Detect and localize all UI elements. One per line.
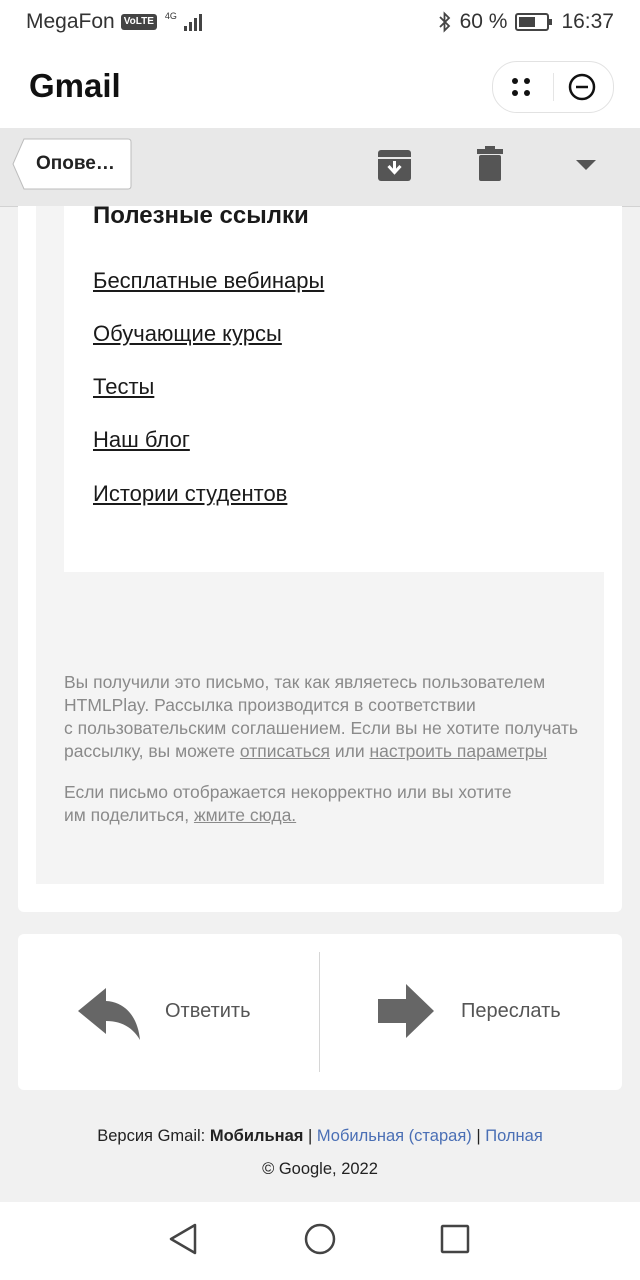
forward-label: Переслать <box>461 1000 561 1022</box>
footer-line: с пользовательским соглашением. Если вы … <box>64 718 579 738</box>
signal-icon <box>183 14 202 31</box>
version-separator: | <box>471 1127 486 1145</box>
copyright: © Google, 2022 <box>262 1160 378 1178</box>
nav-home-icon[interactable] <box>303 1222 337 1256</box>
nav-back-icon[interactable] <box>168 1222 198 1256</box>
network-type: 4G <box>164 10 177 21</box>
status-right: 60 % 16:37 <box>438 10 614 34</box>
nav-recents-icon[interactable] <box>440 1224 470 1254</box>
reply-label: Ответить <box>165 1000 251 1022</box>
settings-link[interactable]: настроить параметры <box>369 741 547 761</box>
useful-links-section: Полезные ссылки Бесплатные вебинары Обуч… <box>64 206 616 572</box>
message-toolbar: Опове… <box>0 128 640 207</box>
reply-icon <box>78 988 140 1040</box>
version-current: Мобильная <box>209 1127 304 1145</box>
forward-button[interactable]: Переслать <box>320 934 620 1090</box>
unsubscribe-link[interactable]: отписаться <box>240 741 330 761</box>
capsule-controls <box>492 61 614 113</box>
back-label: Опове… <box>36 153 115 174</box>
system-nav-bar <box>0 1202 640 1280</box>
link-courses[interactable]: Обучающие курсы <box>93 321 282 347</box>
footer-text: им поделиться, <box>64 805 194 825</box>
view-in-browser-link[interactable]: жмите сюда. <box>194 805 296 825</box>
bluetooth-icon <box>438 11 450 33</box>
email-body: Полезные ссылки Бесплатные вебинары Обуч… <box>18 206 622 912</box>
footer-line: Если письмо отображается некорректно или… <box>64 782 512 802</box>
app-title: Gmail <box>29 67 121 104</box>
footer-line: HTMLPlay. Рассылка производится в соотве… <box>64 695 476 715</box>
footer-text: или <box>329 741 370 761</box>
link-tests[interactable]: Тесты <box>93 374 154 400</box>
version-separator: | <box>303 1127 317 1145</box>
more-dots-icon[interactable] <box>510 76 532 98</box>
clock: 16:37 <box>561 10 614 33</box>
footer-line: им поделиться, жмите сюда. <box>64 804 512 827</box>
capsule-divider <box>553 73 554 101</box>
footer-text: рассылку, вы можете <box>64 741 240 761</box>
status-left: MegaFon VoLTE 4G <box>26 10 206 34</box>
trash-icon[interactable] <box>477 146 503 181</box>
carrier-name: MegaFon <box>26 10 115 33</box>
battery-percent: 60 % <box>459 10 508 33</box>
status-bar: MegaFon VoLTE 4G 60 % 16:37 <box>0 0 640 44</box>
footer-disclaimer: Вы получили это письмо, так как являетес… <box>64 671 578 763</box>
forward-icon <box>378 984 434 1038</box>
footer-line: Вы получили это письмо, так как являетес… <box>64 672 546 692</box>
back-button[interactable]: Опове… <box>12 138 132 190</box>
archive-icon[interactable] <box>377 148 412 183</box>
app-bar: Gmail <box>0 44 640 128</box>
link-free-webinars[interactable]: Бесплатные вебинары <box>93 268 324 294</box>
battery-icon <box>515 13 553 31</box>
link-student-stories[interactable]: Истории студентов <box>93 481 287 507</box>
reply-button[interactable]: Ответить <box>18 934 318 1090</box>
useful-links-title: Полезные ссылки <box>93 206 309 229</box>
volte-badge: VoLTE <box>120 14 157 30</box>
footer-display-note: Если письмо отображается некорректно или… <box>64 781 512 827</box>
footer-line: рассылку, вы можете отписаться или настр… <box>64 740 578 763</box>
link-blog[interactable]: Наш блог <box>93 427 190 453</box>
dropdown-arrow-icon[interactable] <box>576 160 596 172</box>
version-prefix: Версия Gmail: <box>97 1127 210 1145</box>
version-full-link[interactable]: Полная <box>485 1127 543 1145</box>
reply-forward-panel: Ответить Переслать <box>18 934 622 1090</box>
minimize-icon[interactable] <box>568 73 596 101</box>
version-mobile-old-link[interactable]: Мобильная (старая) <box>317 1127 472 1145</box>
email-outer-frame: Полезные ссылки Бесплатные вебинары Обуч… <box>36 206 616 884</box>
gmail-version-footer: Версия Gmail: Мобильная | Мобильная (ста… <box>0 1127 640 1146</box>
